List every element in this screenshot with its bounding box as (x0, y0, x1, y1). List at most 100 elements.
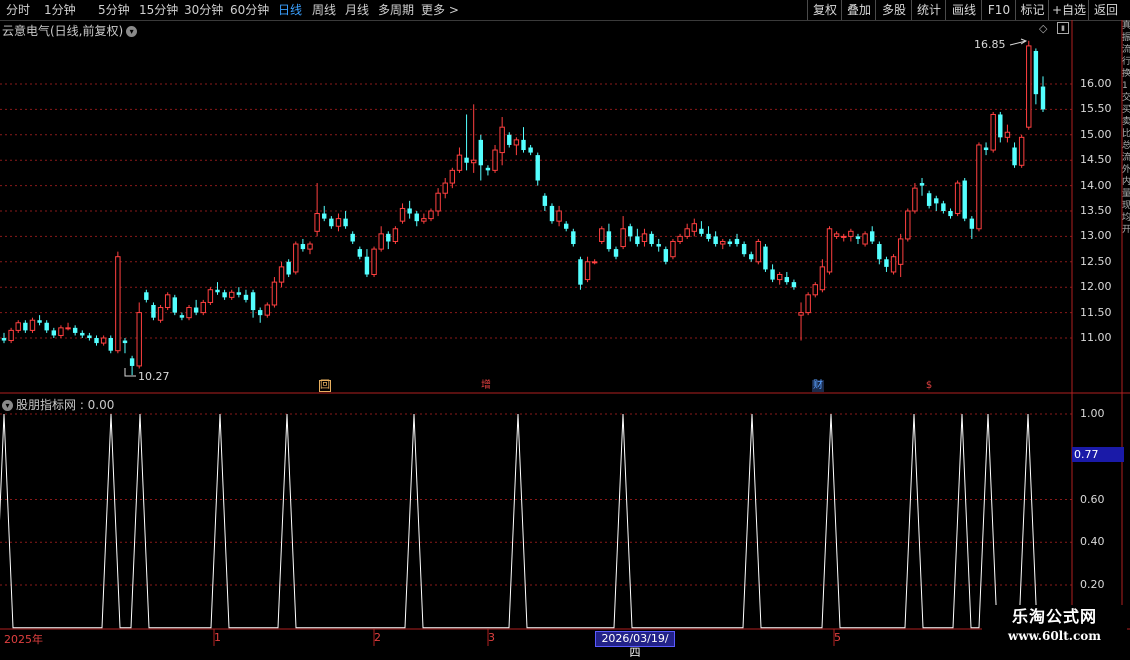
indicator-panel-title: ▾ 股朋指标网 : 0.00 (2, 396, 114, 413)
finance-marker[interactable]: 财 (812, 380, 824, 392)
watermark: 乐淘公式网 www.60lt.com (982, 605, 1127, 648)
candle-body (229, 291, 235, 298)
candle-body (350, 233, 355, 242)
candle-body (250, 292, 256, 311)
candle (207, 287, 214, 305)
diamond-icon[interactable]: ◇ (1039, 22, 1047, 35)
candle-body (905, 210, 911, 240)
panel-frame (0, 20, 1130, 646)
candle (819, 259, 826, 293)
candle (770, 264, 775, 283)
candle (364, 249, 370, 278)
candle (869, 226, 875, 245)
candle (1004, 124, 1011, 143)
candle-body (826, 228, 833, 273)
candle-body (649, 233, 654, 245)
x-axis-label: 5 (834, 631, 841, 644)
candle-body (464, 157, 469, 163)
candle (15, 320, 21, 333)
candle (556, 205, 562, 227)
candle-body (848, 230, 854, 237)
candle (641, 228, 648, 247)
candle (571, 228, 576, 247)
candle-body (656, 244, 661, 247)
strip-char: 外 (1122, 165, 1130, 175)
candle-body (749, 254, 754, 260)
increase-marker[interactable]: 增 (480, 380, 492, 392)
main-panel-title: 云意电气(日线,前复权) ▾ (2, 22, 138, 39)
indicator-lines (0, 413, 1072, 629)
strip-char: 真 (1122, 21, 1130, 31)
strip-char: 换 (1122, 69, 1130, 79)
panel-toggle-icon[interactable]: ▮ (1057, 22, 1069, 34)
candle-body (919, 183, 925, 186)
candle (286, 259, 291, 278)
candle-body (1040, 86, 1046, 110)
candle-body (734, 238, 740, 245)
indicator-grid (0, 413, 1072, 586)
y-tick: 12.00 (1080, 280, 1112, 294)
candle-body (663, 249, 669, 262)
cursor-value-box: 0.77 (1072, 447, 1124, 462)
dividend-marker[interactable]: $ (923, 380, 935, 392)
candle (535, 152, 540, 186)
candle-body (51, 330, 57, 336)
candle-body (108, 338, 113, 351)
candle (442, 177, 448, 199)
candle-body (29, 319, 36, 331)
y-tick: 0.40 (1080, 535, 1105, 549)
candle (691, 218, 698, 237)
candle (499, 117, 505, 166)
candle-body (207, 289, 214, 303)
candle (329, 216, 334, 229)
y-tick: 16.00 (1080, 77, 1112, 90)
candle (392, 226, 399, 245)
candle (755, 238, 762, 265)
strip-char: 流 (1122, 45, 1130, 55)
candle (941, 200, 946, 214)
candle-body (1012, 147, 1017, 166)
chevron-down-icon[interactable]: ▾ (2, 400, 13, 411)
indicator-name: 股朋指标网 : 0.00 (16, 398, 115, 412)
candle (243, 289, 249, 303)
candle-body (215, 289, 220, 293)
candle-body (706, 233, 711, 239)
candle-body (635, 236, 640, 245)
candle (414, 211, 419, 227)
watermark-title: 乐淘公式网 (1011, 607, 1097, 626)
candle-body (862, 233, 868, 245)
kline-chart[interactable] (0, 0, 1130, 650)
candle (976, 142, 982, 232)
candle (264, 302, 271, 318)
candle-body (470, 159, 477, 164)
candle-body (278, 266, 285, 283)
candle-body (399, 207, 406, 222)
candle-body (172, 297, 178, 313)
strip-char: 振 (1122, 33, 1130, 43)
candle (706, 226, 711, 242)
candle-body (200, 301, 206, 314)
candle-body (805, 294, 811, 314)
candle-body (329, 218, 334, 227)
candle-body (179, 315, 185, 318)
candle (257, 307, 263, 323)
candle (776, 271, 783, 285)
candle (954, 180, 961, 217)
candle (877, 241, 882, 265)
candle-body (507, 134, 512, 145)
candle-body (770, 269, 775, 280)
candle (998, 111, 1003, 143)
buyback-marker[interactable]: 回 (319, 380, 331, 392)
candle (478, 134, 484, 181)
candle (727, 238, 733, 247)
candle-body (620, 228, 626, 248)
candle-body (641, 233, 648, 242)
chevron-down-icon[interactable]: ▾ (126, 26, 138, 37)
candle (37, 315, 42, 326)
candle (934, 195, 939, 211)
candle-body (1018, 136, 1025, 166)
candle-body (364, 256, 370, 275)
candle-body (15, 322, 21, 331)
candle-body (478, 139, 484, 166)
candle (151, 302, 156, 321)
